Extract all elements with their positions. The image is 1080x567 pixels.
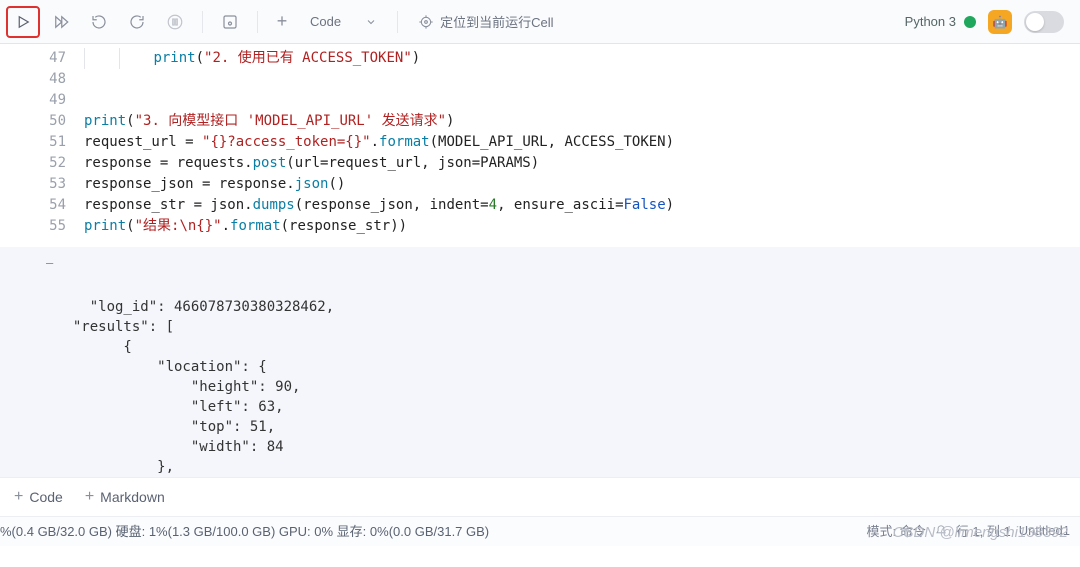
toolbar-separator	[202, 11, 203, 33]
output-collapse-handle[interactable]: –	[46, 253, 53, 273]
locate-label: 定位到当前运行Cell	[440, 12, 553, 31]
line-number: 53	[0, 174, 84, 195]
status-bar: %(0.4 GB/32.0 GB) 硬盘: 1%(1.3 GB/100.0 GB…	[0, 516, 1080, 546]
bell-icon[interactable]	[934, 524, 948, 538]
run-cell-button[interactable]	[6, 6, 40, 38]
line-number: 47	[0, 48, 84, 69]
line-content: print("3. 向模型接口 'MODEL_API_URL' 发送请求")	[84, 111, 454, 132]
code-line[interactable]: 50print("3. 向模型接口 'MODEL_API_URL' 发送请求")	[0, 111, 1080, 132]
line-number: 54	[0, 195, 84, 216]
line-content: request_url = "{}?access_token={}".forma…	[84, 132, 674, 153]
run-all-button[interactable]	[44, 6, 78, 38]
output-text: "log_id": 466078730380328462, "results":…	[56, 299, 385, 477]
plus-icon: +	[14, 488, 23, 506]
resource-usage: %(0.4 GB/32.0 GB) 硬盘: 1%(1.3 GB/100.0 GB…	[0, 521, 489, 540]
editor-mode: 模式: 命令	[867, 521, 926, 540]
kernel-indicator[interactable]: Python 3	[905, 14, 976, 29]
code-line[interactable]: 49	[0, 90, 1080, 111]
restart-kernel-button[interactable]	[82, 6, 116, 38]
assistant-icon[interactable]: 🤖	[988, 10, 1012, 34]
line-number: 50	[0, 111, 84, 132]
line-number: 51	[0, 132, 84, 153]
code-line[interactable]: 47 print("2. 使用已有 ACCESS_TOKEN")	[0, 48, 1080, 69]
line-content: print("结果:\n{}".format(response_str))	[84, 216, 407, 237]
line-number: 48	[0, 69, 84, 90]
add-code-label: Code	[29, 489, 62, 505]
line-content: response_json = response.json()	[84, 174, 345, 195]
kernel-status-dot	[964, 16, 976, 28]
line-content: print("2. 使用已有 ACCESS_TOKEN")	[84, 48, 420, 69]
add-cell-button[interactable]: +	[268, 11, 296, 32]
code-line[interactable]: 54response_str = json.dumps(response_jso…	[0, 195, 1080, 216]
cursor-position: 行 1, 列 1	[956, 521, 1011, 540]
add-cell-bar: + Code + Markdown	[0, 477, 1080, 516]
add-code-cell-button[interactable]: + Code	[14, 488, 63, 506]
cell-output: – "log_id": 466078730380328462, "results…	[0, 247, 1080, 477]
code-line[interactable]: 51request_url = "{}?access_token={}".for…	[0, 132, 1080, 153]
code-line[interactable]: 52response = requests.post(url=request_u…	[0, 153, 1080, 174]
toolbar-separator	[397, 11, 398, 33]
add-markdown-cell-button[interactable]: + Markdown	[85, 488, 165, 506]
kernel-name: Python 3	[905, 14, 956, 29]
line-content: response_str = json.dumps(response_json,…	[84, 195, 674, 216]
line-number: 52	[0, 153, 84, 174]
line-content: response = requests.post(url=request_url…	[84, 153, 539, 174]
plus-icon: +	[85, 488, 94, 506]
chevron-down-icon	[365, 16, 377, 28]
cell-type-select[interactable]: Code	[300, 10, 387, 33]
toolbar: + Code 定位到当前运行Cell Python 3 🤖	[0, 0, 1080, 44]
notebook-filename: Untitled1	[1019, 523, 1070, 538]
cell-type-label: Code	[310, 14, 341, 29]
locate-running-cell-button[interactable]: 定位到当前运行Cell	[418, 12, 553, 31]
line-number: 55	[0, 216, 84, 237]
code-line[interactable]: 55print("结果:\n{}".format(response_str))	[0, 216, 1080, 237]
code-line[interactable]: 53response_json = response.json()	[0, 174, 1080, 195]
toolbar-separator	[257, 11, 258, 33]
save-button[interactable]	[213, 6, 247, 38]
code-editor[interactable]: 47 print("2. 使用已有 ACCESS_TOKEN")484950pr…	[0, 44, 1080, 237]
line-number: 49	[0, 90, 84, 111]
interrupt-button[interactable]	[158, 6, 192, 38]
target-icon	[418, 14, 434, 30]
add-markdown-label: Markdown	[100, 489, 165, 505]
code-line[interactable]: 48	[0, 69, 1080, 90]
restart-run-all-button[interactable]	[120, 6, 154, 38]
mode-toggle[interactable]	[1024, 11, 1064, 33]
